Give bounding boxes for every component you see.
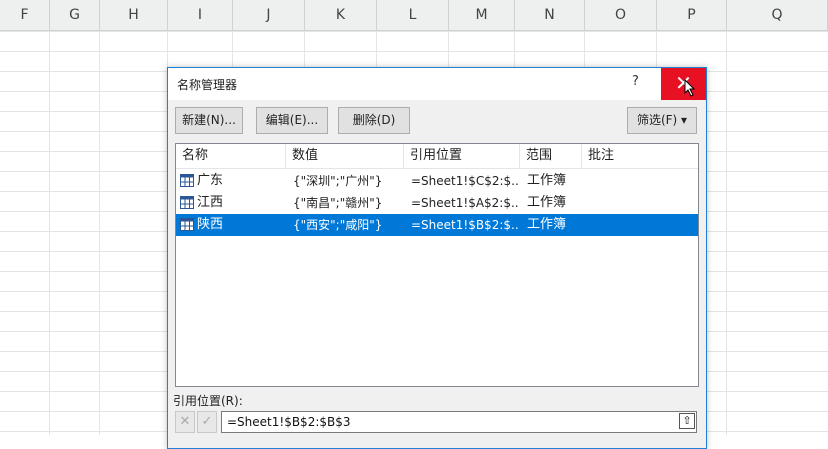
new-button[interactable]: 新建(N)... — [175, 107, 243, 134]
row-comment — [589, 192, 689, 214]
row-refers-to: =Sheet1!$C$2:$... — [411, 174, 519, 188]
row-value: {"深圳";"广州"} — [293, 174, 383, 188]
confirm-icon: ✓ — [201, 414, 213, 429]
row-refers-to: =Sheet1!$A$2:$... — [411, 196, 519, 210]
row-name: 广东 — [197, 173, 224, 188]
row-name: 江西 — [197, 195, 224, 210]
grid-line — [49, 31, 50, 435]
column-header-bar: F G H I J K L M N O P Q — [0, 0, 828, 31]
column-header-h[interactable]: H — [100, 0, 168, 30]
row-scope: 工作簿 — [527, 173, 567, 188]
collapse-icon: ⇧ — [682, 414, 692, 427]
header-refers-to[interactable]: 引用位置 — [404, 144, 520, 168]
header-comment[interactable]: 批注 — [582, 144, 698, 168]
list-item[interactable]: 广东 {"深圳";"广州"} =Sheet1!$C$2:$... 工作簿 — [176, 170, 698, 192]
row-comment — [589, 170, 689, 192]
table-icon — [180, 196, 194, 209]
row-value: {"南昌";"赣州"} — [293, 196, 383, 210]
delete-button[interactable]: 删除(D) — [338, 107, 410, 134]
row-scope: 工作簿 — [527, 217, 567, 232]
name-manager-dialog: 名称管理器 ? ✕ 新建(N)... 编辑(E)... 删除(D) 筛选(F) … — [167, 67, 707, 449]
column-header-f[interactable]: F — [0, 0, 50, 30]
row-name: 陕西 — [197, 217, 224, 232]
edit-button[interactable]: 编辑(E)... — [256, 107, 328, 134]
grid-line — [99, 31, 100, 435]
list-header: 名称 数值 引用位置 范围 批注 — [176, 144, 698, 169]
row-value: {"西安";"咸阳"} — [293, 218, 383, 232]
column-header-m[interactable]: M — [449, 0, 515, 30]
refers-to-input[interactable]: =Sheet1!$B$2:$B$3 — [221, 411, 697, 433]
table-icon — [180, 174, 194, 187]
table-icon — [180, 218, 194, 231]
refers-to-label: 引用位置(R): — [173, 394, 243, 408]
mouse-cursor-icon — [684, 79, 696, 97]
cancel-edit-button[interactable]: ✕ — [175, 411, 195, 433]
header-value[interactable]: 数值 — [286, 144, 404, 168]
column-header-n[interactable]: N — [515, 0, 585, 30]
column-header-g[interactable]: G — [50, 0, 100, 30]
list-item[interactable]: 江西 {"南昌";"赣州"} =Sheet1!$A$2:$... 工作簿 — [176, 192, 698, 214]
header-scope[interactable]: 范围 — [520, 144, 582, 168]
row-scope: 工作簿 — [527, 195, 567, 210]
column-header-j[interactable]: J — [233, 0, 305, 30]
cancel-icon: ✕ — [179, 414, 191, 429]
column-header-l[interactable]: L — [377, 0, 449, 30]
header-name[interactable]: 名称 — [176, 144, 286, 168]
names-list[interactable]: 名称 数值 引用位置 范围 批注 广东 {"深圳";"广州"} =Sheet1!… — [175, 143, 699, 387]
dialog-titlebar[interactable]: 名称管理器 ? ✕ — [168, 68, 706, 100]
filter-button[interactable]: 筛选(F) ▾ — [627, 107, 697, 134]
row-refers-to: =Sheet1!$B$2:$... — [411, 218, 519, 232]
column-header-i[interactable]: I — [168, 0, 233, 30]
confirm-edit-button[interactable]: ✓ — [197, 411, 217, 433]
collapse-dialog-button[interactable]: ⇧ — [679, 413, 695, 429]
column-header-o[interactable]: O — [585, 0, 657, 30]
column-header-q[interactable]: Q — [727, 0, 828, 30]
refers-to-row: ✕ ✓ =Sheet1!$B$2:$B$3 ⇧ — [175, 411, 697, 435]
grid-line — [726, 31, 727, 435]
dialog-title: 名称管理器 — [177, 78, 238, 92]
column-header-k[interactable]: K — [305, 0, 377, 30]
column-header-p[interactable]: P — [657, 0, 727, 30]
help-icon[interactable]: ? — [632, 74, 639, 89]
row-comment — [589, 214, 689, 236]
list-item-selected[interactable]: 陕西 {"西安";"咸阳"} =Sheet1!$B$2:$... 工作簿 — [176, 214, 698, 236]
